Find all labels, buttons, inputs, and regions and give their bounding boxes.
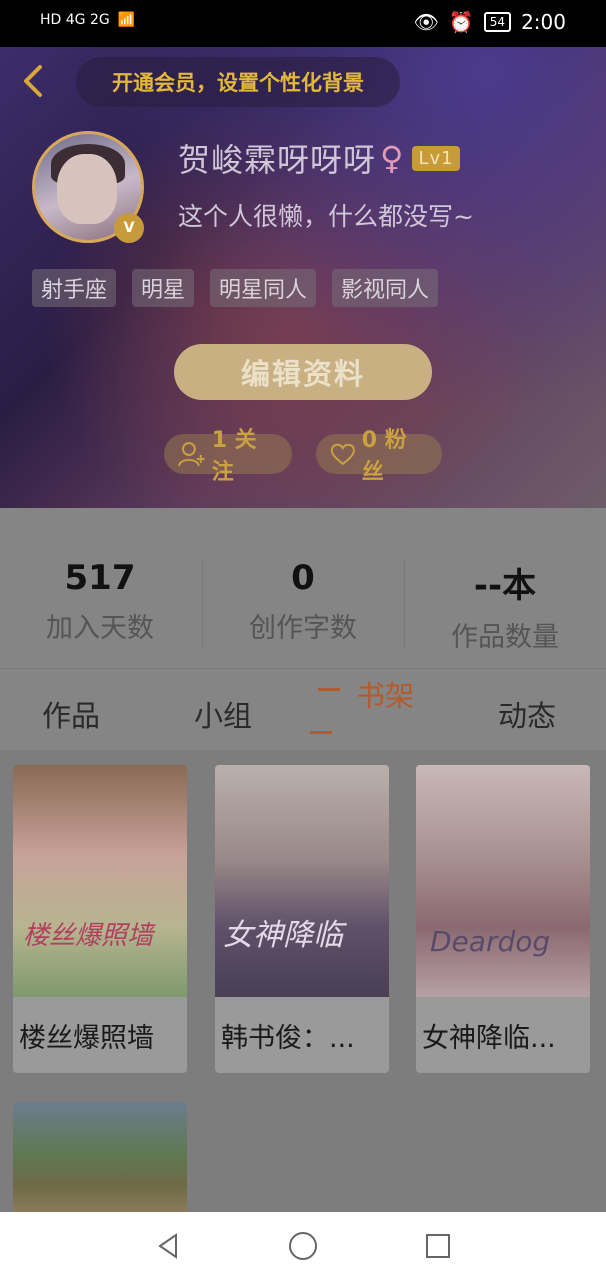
- vip-background-banner[interactable]: 开通会员，设置个性化背景: [76, 57, 400, 107]
- stat-works-count: --本 作品数量: [405, 558, 605, 654]
- stat-label: 加入天数: [46, 613, 154, 644]
- clock: 2:00: [521, 10, 566, 34]
- tab-bookshelf[interactable]: 书架: [356, 673, 414, 715]
- back-arrow-icon[interactable]: [18, 63, 54, 99]
- alarm-icon: ⏰: [448, 10, 474, 34]
- stat-value: 517: [64, 558, 136, 598]
- book-cover: [13, 1102, 187, 1212]
- book-card[interactable]: 楼丝爆照墙 楼丝爆照墙: [13, 765, 187, 1073]
- bookshelf-grid: 楼丝爆照墙 楼丝爆照墙 女神降临 韩书俊：... Deardog 女神降临...: [0, 750, 606, 1212]
- book-cover: 楼丝爆照墙: [13, 765, 187, 997]
- battery-indicator: 54: [483, 12, 512, 32]
- bio-text: 这个人很懒，什么都没写~: [178, 202, 474, 231]
- female-gender-icon: ♀: [380, 139, 405, 177]
- following-count: 1 关注: [211, 428, 257, 485]
- following-button[interactable]: 1 关注: [164, 428, 292, 485]
- book-card[interactable]: 女神降临 韩书俊：...: [215, 765, 389, 1073]
- user-add-icon: [178, 442, 205, 467]
- stat-value: 0: [291, 558, 315, 598]
- cover-title: 女神降临: [223, 918, 343, 953]
- stat-join-days: 517 加入天数: [0, 558, 200, 645]
- stat-word-count: 0 创作字数: [203, 558, 403, 645]
- tab-activity[interactable]: 动态: [498, 693, 556, 735]
- tab-indicator-bottom: [310, 731, 332, 734]
- stat-value: --本: [473, 566, 537, 606]
- stat-label: 作品数量: [451, 622, 559, 653]
- tab-indicator-top: [318, 688, 340, 691]
- eye-icon: 👁: [413, 10, 439, 34]
- username: 贺峻霖呀呀呀: [178, 141, 377, 179]
- verified-badge: V: [114, 213, 144, 243]
- status-left: HD 4G 2G 📶: [40, 12, 135, 28]
- level-badge: Lv1: [412, 145, 460, 171]
- book-card[interactable]: [13, 1102, 187, 1212]
- edit-profile-button[interactable]: 编辑资料: [174, 344, 432, 400]
- avatar-face: [57, 154, 117, 224]
- tag-list: 射手座 明星 明星同人 影视同人: [32, 269, 439, 307]
- recents-square-icon[interactable]: [424, 1232, 452, 1260]
- fans-count: 0 粉丝: [361, 428, 407, 485]
- book-cover: Deardog: [416, 765, 590, 997]
- heart-icon: [330, 443, 355, 466]
- tag-item: 射手座: [32, 269, 117, 307]
- book-title: 女神降临...: [422, 1022, 556, 1054]
- stats-panel: 517 加入天数 0 创作字数 --本 作品数量: [0, 508, 606, 668]
- profile-tabs: 作品 小组 书架 动态: [0, 668, 606, 751]
- tab-works[interactable]: 作品: [42, 693, 100, 735]
- status-right: 👁 ⏰ 54 2:00: [414, 10, 567, 34]
- profile-header: 开通会员，设置个性化背景 V 贺峻霖呀呀呀 ♀ Lv1 这个人很懒，什么都没写~…: [0, 47, 606, 508]
- book-title: 楼丝爆照墙: [19, 1022, 154, 1054]
- status-bar: HD 4G 2G 📶 👁 ⏰ 54 2:00: [0, 0, 606, 47]
- system-navigation-bar: [0, 1212, 606, 1280]
- wifi-icon: 📶: [117, 12, 136, 28]
- username-row: 贺峻霖呀呀呀 ♀ Lv1: [178, 135, 460, 181]
- stat-label: 创作字数: [249, 613, 357, 644]
- home-circle-icon[interactable]: [288, 1231, 318, 1261]
- network-indicator: HD 4G 2G: [40, 12, 110, 28]
- cover-title: Deardog: [430, 925, 551, 958]
- tag-item: 影视同人: [332, 269, 439, 307]
- book-cover: 女神降临: [215, 765, 389, 997]
- tag-item: 明星同人: [210, 269, 317, 307]
- cover-title: 楼丝爆照墙: [23, 921, 154, 951]
- book-title: 韩书俊：...: [221, 1022, 355, 1054]
- tag-item: 明星: [132, 269, 195, 307]
- book-card[interactable]: Deardog 女神降临...: [416, 765, 590, 1073]
- tab-groups[interactable]: 小组: [194, 693, 252, 735]
- fans-button[interactable]: 0 粉丝: [316, 428, 442, 485]
- back-triangle-icon[interactable]: [154, 1232, 182, 1260]
